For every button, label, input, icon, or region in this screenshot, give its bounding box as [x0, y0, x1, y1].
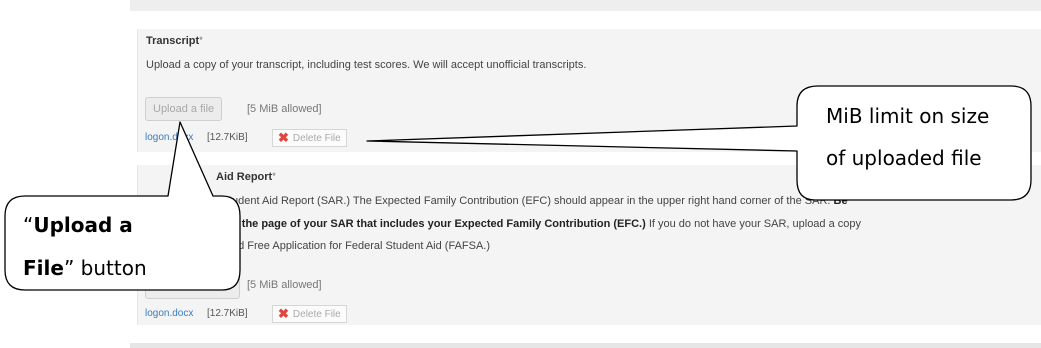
callout-overlay: [4, 85, 1032, 291]
mib-callout-text-1: MiB limit on size: [826, 104, 990, 128]
upload-callout-text-2: File” button: [23, 256, 147, 280]
upload-callout-text-1: “Upload a: [23, 213, 133, 237]
mib-callout-text-2: of uploaded file: [826, 146, 982, 170]
